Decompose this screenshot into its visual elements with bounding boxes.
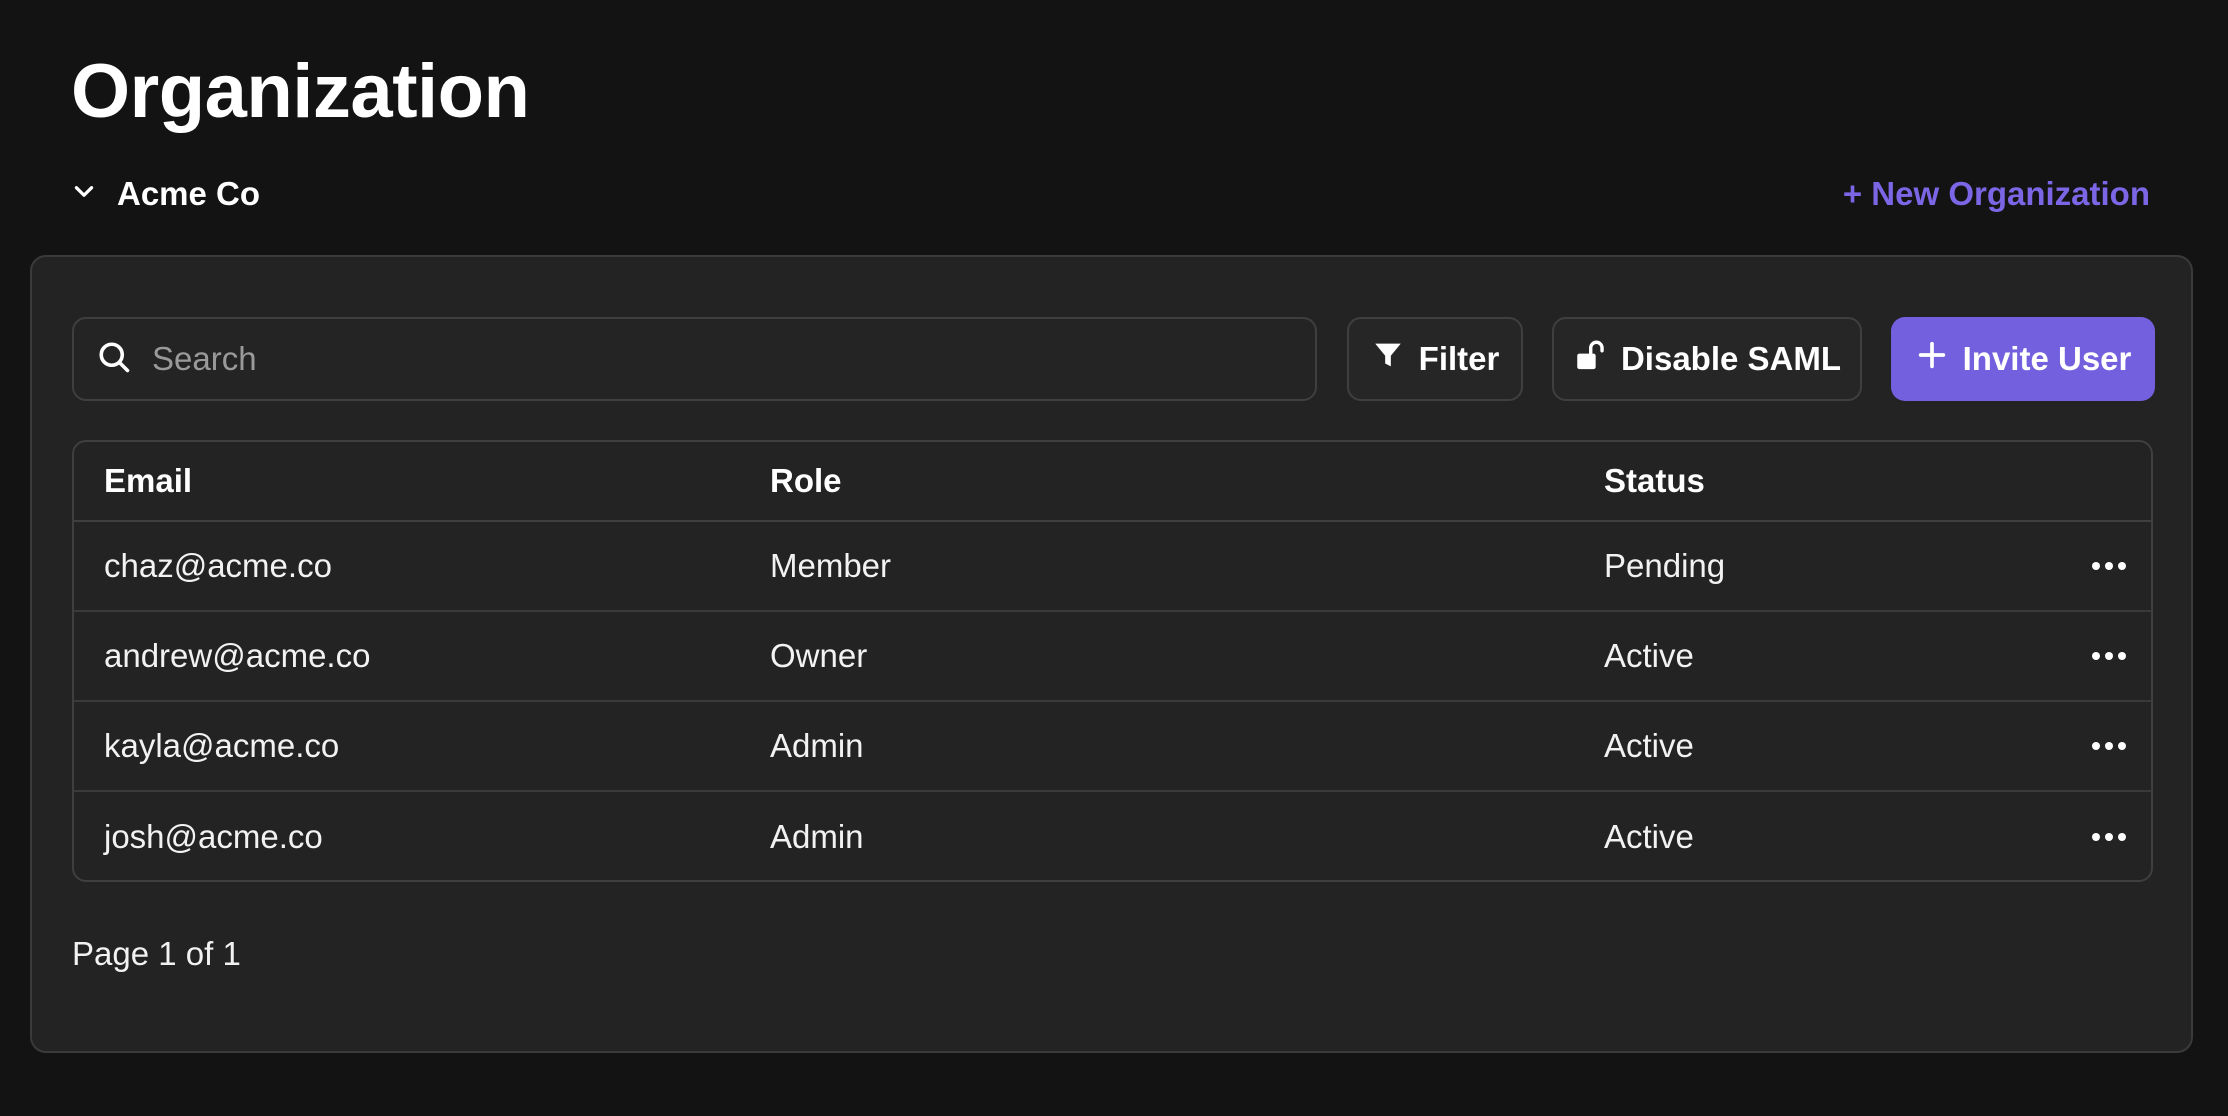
members-panel: Filter Disable SAML Invite User Email Ro…: [30, 255, 2193, 1053]
row-role: Owner: [770, 637, 868, 674]
plus-icon: [1915, 338, 1949, 380]
search-box[interactable]: [72, 317, 1317, 401]
disable-saml-button-label: Disable SAML: [1620, 340, 1842, 377]
invite-user-button[interactable]: Invite User: [1891, 317, 2155, 401]
filter-icon: [1371, 338, 1405, 380]
search-icon: [96, 339, 132, 380]
row-status: Pending: [1604, 547, 1726, 584]
row-role: Member: [770, 547, 892, 584]
more-options-icon[interactable]: [2087, 634, 2131, 678]
organization-page: Organization Acme Co + New Organization …: [0, 0, 2228, 1116]
row-email: andrew@acme.co: [104, 637, 371, 674]
table-row[interactable]: chaz@acme.co Member Pending: [74, 522, 2151, 612]
new-organization-link[interactable]: + New Organization: [1843, 170, 2150, 218]
row-status: Active: [1604, 818, 1694, 855]
chevron-down-icon: [71, 179, 97, 210]
column-header-status[interactable]: Status: [1604, 462, 1705, 500]
row-email: kayla@acme.co: [104, 727, 340, 764]
table-row[interactable]: andrew@acme.co Owner Active: [74, 612, 2151, 702]
search-input[interactable]: [152, 319, 1315, 399]
unlock-icon: [1573, 338, 1607, 380]
pagination-label: Page 1 of 1: [72, 935, 241, 972]
table-header: Email Role Status: [74, 442, 2151, 522]
row-role: Admin: [770, 727, 864, 764]
more-options-icon[interactable]: [2087, 815, 2131, 859]
table-row[interactable]: kayla@acme.co Admin Active: [74, 702, 2151, 792]
row-status: Active: [1604, 727, 1694, 764]
column-header-role[interactable]: Role: [770, 462, 842, 500]
page-title: Organization: [71, 49, 530, 134]
members-table: Email Role Status chaz@acme.co Member Pe…: [72, 440, 2153, 882]
row-role: Admin: [770, 818, 864, 855]
disable-saml-button[interactable]: Disable SAML: [1552, 317, 1862, 401]
table-row[interactable]: josh@acme.co Admin Active: [74, 792, 2151, 880]
column-header-email[interactable]: Email: [104, 462, 192, 500]
row-email: chaz@acme.co: [104, 547, 332, 584]
row-status: Active: [1604, 637, 1694, 674]
more-options-icon[interactable]: [2087, 724, 2131, 768]
org-switcher[interactable]: Acme Co: [71, 170, 260, 218]
row-email: josh@acme.co: [104, 818, 323, 855]
org-name: Acme Co: [117, 175, 261, 212]
filter-button[interactable]: Filter: [1347, 317, 1523, 401]
more-options-icon[interactable]: [2087, 544, 2131, 588]
invite-user-button-label: Invite User: [1962, 340, 2132, 377]
filter-button-label: Filter: [1418, 340, 1500, 377]
